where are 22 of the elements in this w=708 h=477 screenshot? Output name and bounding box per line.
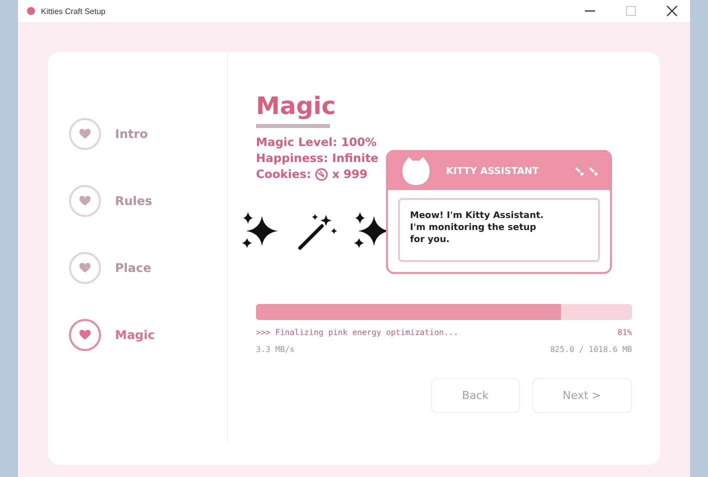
stat-text: x 999	[332, 166, 368, 182]
stat-text: Happiness: Infinite	[256, 150, 380, 166]
cat-icon	[400, 156, 432, 186]
step-item[interactable]: Intro	[115, 127, 148, 141]
step-item[interactable]: Rules	[115, 194, 152, 208]
stat-text: Magic Level: 100%	[256, 134, 378, 150]
cookie-icon	[315, 168, 328, 180]
assistant-message: Meow! I'm Kitty Assistant. I'm monitoring the setup for you.	[398, 198, 600, 262]
magic-wand-icon	[296, 212, 338, 250]
speed-text: 3.3 MB/s	[256, 345, 295, 354]
step-item[interactable]: Magic	[115, 328, 155, 342]
size-text: 825.0 / 1018.6 MB	[550, 345, 632, 354]
paw-icon	[574, 165, 600, 177]
stat-text: Cookies:	[256, 166, 312, 182]
status-text: >>> Finalizing pink energy optimization...	[256, 328, 458, 337]
step-item[interactable]: Place	[115, 261, 152, 275]
page-heading: Magic	[256, 92, 337, 120]
app-icon	[27, 7, 35, 15]
percent-text: 81%	[618, 328, 632, 337]
close-icon[interactable]	[666, 5, 678, 17]
window-title: Kitties Craft Setup	[41, 6, 106, 16]
assistant-title: KITTY ASSISTANT	[446, 166, 540, 176]
